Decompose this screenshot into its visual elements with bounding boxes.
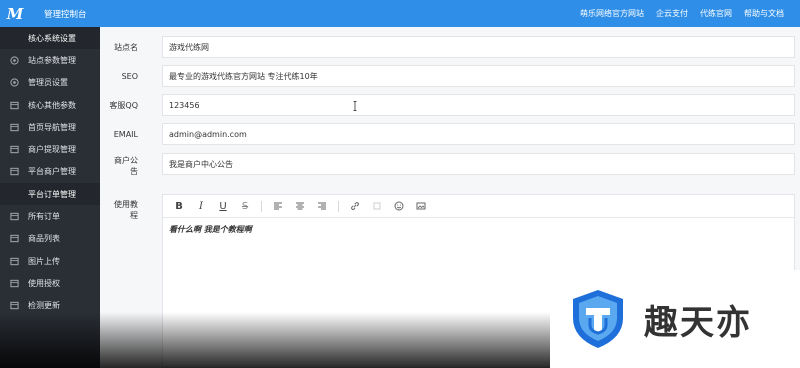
label-line: 告 [130,167,138,176]
sidebar-item-label: 所有订单 [28,212,60,222]
app-title: 管理控制台 [44,10,87,20]
strikethrough-button[interactable]: S [237,198,253,214]
sidebar-item-label: 首页导航管理 [28,122,76,132]
window-icon [10,279,19,288]
align-center-icon [296,202,304,210]
sidebar-item-admin-settings[interactable]: 管理员设置 [0,72,100,94]
text-cursor-icon [353,101,357,111]
label-line: 商户公 [114,156,138,165]
watermark: 趣天亦 [550,270,800,368]
shield-logo-icon [573,290,623,348]
window-icon [10,212,19,221]
top-nav-links: 萌乐网络官方网站 企云支付 代练官网 帮助与文档 [580,8,784,19]
window-icon [10,234,19,243]
merchant-notice-input[interactable]: 我是商户中心公告 [162,153,795,175]
label-line: 程 [130,211,138,220]
editor-content[interactable]: 看什么啊 我是个教程啊 [163,218,794,241]
sidebar-item-label: 检测更新 [28,301,60,311]
sidebar-item-label: 核心其他参数 [28,100,76,110]
top-link-official-site[interactable]: 萌乐网络官方网站 [580,8,644,19]
sidebar-group-core-settings[interactable]: 核心系统设置 [0,27,100,50]
align-center-button[interactable] [292,198,308,214]
italic-button[interactable]: I [193,198,209,214]
top-link-payment[interactable]: 企云支付 [656,8,688,19]
qq-value: 123456 [169,100,200,110]
sidebar-item-home-nav[interactable]: 首页导航管理 [0,116,100,138]
sidebar-item-label: 商品列表 [28,234,60,244]
sidebar-item-label: 核心系统设置 [28,33,76,43]
link-icon [351,202,359,210]
align-right-button[interactable] [314,198,330,214]
qq-input[interactable]: 123456 [162,94,795,116]
sidebar-item-label: 平台商户管理 [28,167,76,177]
sidebar-item-merchants[interactable]: 平台商户管理 [0,161,100,183]
unlink-icon [373,202,381,210]
logo-letter: M [6,4,24,23]
sidebar-item-label: 图片上传 [28,256,60,266]
field-label: SEO [121,72,138,81]
underline-button[interactable]: U [215,198,231,214]
sidebar-item-core-other-params[interactable]: 核心其他参数 [0,94,100,116]
sidebar-item-image-upload[interactable]: 图片上传 [0,250,100,272]
align-left-button[interactable] [270,198,286,214]
field-label: 商户公告 [100,155,138,177]
align-left-icon [274,202,282,210]
unlink-button[interactable] [369,198,385,214]
window-icon [10,301,19,310]
sidebar-item-check-update[interactable]: 检测更新 [0,295,100,317]
toolbar-divider [261,200,262,212]
editor-toolbar: B I U S [163,195,794,218]
label-line: 使用教 [114,200,138,209]
window-icon [10,257,19,266]
sidebar-item-products[interactable]: 商品列表 [0,228,100,250]
sidebar-item-withdrawal[interactable]: 商户提现管理 [0,138,100,160]
sidebar-item-all-orders[interactable]: 所有订单 [0,205,100,227]
sidebar: 核心系统设置 站点参数管理 管理员设置 核心其他参数 首页导航管理 商户提现管理… [0,27,100,368]
field-label: 使用教程 [100,199,138,221]
sidebar-item-label: 平台订单管理 [28,189,76,199]
align-right-icon [318,202,326,210]
sidebar-item-license[interactable]: 使用授权 [0,272,100,294]
sidebar-item-label: 站点参数管理 [28,55,76,65]
toolbar-divider [338,200,339,212]
sidebar-item-label: 商户提现管理 [28,145,76,155]
field-label: EMAIL [113,130,138,139]
field-label: 客服QQ [109,101,138,110]
sidebar-item-label: 使用授权 [28,278,60,288]
top-link-boosting-site[interactable]: 代练官网 [700,8,732,19]
site-name-input[interactable]: 游戏代练网 [162,36,795,58]
bold-button[interactable]: B [171,198,187,214]
sidebar-group-orders[interactable]: 平台订单管理 [0,183,100,206]
circle-icon [10,56,19,65]
seo-input[interactable]: 最专业的游戏代练官方网站 专注代练10年 [162,65,795,87]
circle-icon [10,78,19,87]
email-input[interactable]: admin@admin.com [162,123,795,145]
sidebar-item-site-params[interactable]: 站点参数管理 [0,49,100,71]
top-link-help-docs[interactable]: 帮助与文档 [744,8,784,19]
image-icon [416,202,426,210]
window-icon [10,167,19,176]
logo[interactable]: M [0,0,30,27]
top-bar: M 管理控制台 萌乐网络官方网站 企云支付 代练官网 帮助与文档 [0,0,800,27]
sidebar-item-label: 管理员设置 [28,78,68,88]
watermark-text: 趣天亦 [644,302,752,343]
link-button[interactable] [347,198,363,214]
smiley-icon [394,201,404,211]
window-icon [10,101,19,110]
emoji-button[interactable] [391,198,407,214]
field-label: 站点名 [114,43,138,52]
window-icon [10,123,19,132]
window-icon [10,145,19,154]
image-button[interactable] [413,198,429,214]
